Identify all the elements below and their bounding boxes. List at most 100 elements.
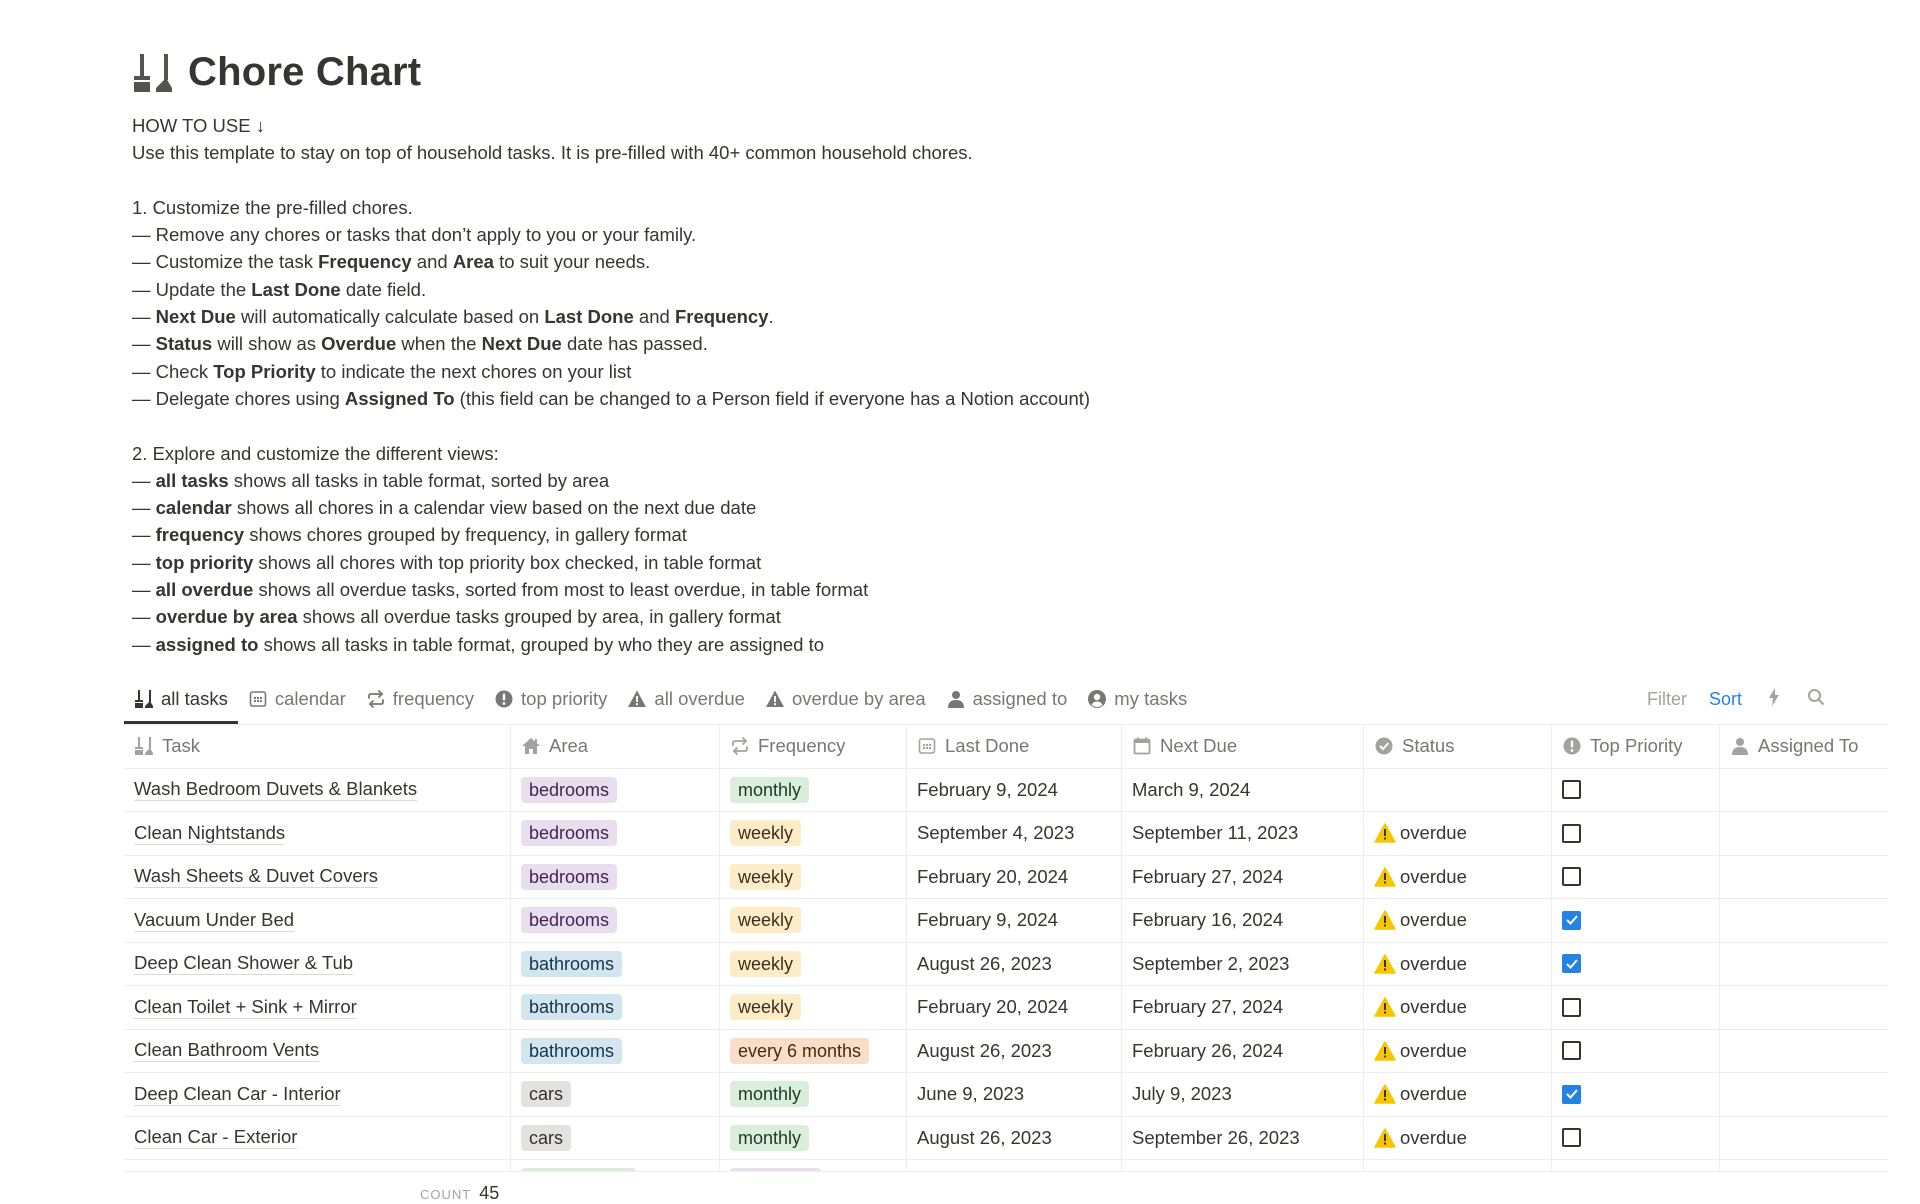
table-row[interactable]: Clean Toilet + Sink + Mirror bathrooms wee… [124,986,1888,1030]
area-cell[interactable]: bedrooms [511,812,720,855]
next-due-cell[interactable]: September 26, 2023 [1122,1116,1364,1159]
column-header-top-priority[interactable]: Top Priority [1552,725,1720,768]
next-due-cell[interactable]: September 2, 2023 [1122,942,1364,985]
top-priority-checkbox[interactable] [1562,1041,1581,1061]
top-priority-checkbox[interactable] [1562,867,1581,887]
next-due-cell[interactable]: September 11, 2023 [1122,812,1364,855]
area-cell[interactable]: bedrooms [511,768,720,811]
tab-top-priority[interactable]: top priority [484,680,617,718]
frequency-cell[interactable]: weekly [720,812,907,855]
table-row[interactable]: Clean Nightstands bedrooms weekly September… [124,812,1888,856]
last-done-cell[interactable]: February 20, 2024 [907,986,1122,1029]
task-cell[interactable]: Deep Clean Shower & Tub [124,942,511,985]
top-priority-checkbox[interactable] [1562,910,1581,930]
area-cell[interactable]: bedrooms [511,899,720,942]
last-done-cell[interactable]: August 26, 2023 [907,942,1122,985]
tab-all-tasks[interactable]: all tasks [124,680,238,724]
tab-overdue-by-area[interactable]: overdue by area [755,680,936,718]
status-cell[interactable]: overdue [1364,1116,1552,1159]
frequency-cell[interactable]: weekly [720,986,907,1029]
tab-assigned-to[interactable]: assigned to [936,680,1078,718]
area-cell[interactable]: bathrooms [511,986,720,1029]
task-cell[interactable]: Clean Windowsills [124,1160,511,1171]
status-cell[interactable]: overdue [1364,855,1552,898]
last-done-cell[interactable]: June 9, 2023 [907,1073,1122,1116]
status-cell[interactable]: overdue [1364,986,1552,1029]
assigned-to-cell[interactable] [1720,899,1888,942]
assigned-to-cell[interactable] [1720,1117,1888,1160]
top-priority-checkbox[interactable] [1562,1128,1581,1148]
tab-my-tasks[interactable]: my tasks [1077,680,1197,718]
column-header-next-due[interactable]: Next Due [1122,725,1364,768]
table-viewport[interactable]: Task Area Frequency Last Done Next Due Status… [124,724,1888,1171]
last-done-cell[interactable]: August 26, 2023 [907,1029,1122,1072]
assigned-to-cell[interactable] [1720,856,1888,899]
next-due-cell[interactable]: February 27, 2024 [1122,986,1364,1029]
next-due-cell[interactable]: February 27, 2024 [1122,855,1364,898]
top-priority-checkbox[interactable] [1562,823,1581,843]
next-due-cell[interactable]: February 16, 2024 [1122,899,1364,942]
filter-button[interactable]: Filter [1647,689,1687,710]
task-cell[interactable]: Clean Nightstands [124,812,511,855]
assigned-to-cell[interactable] [1720,769,1888,812]
top-priority-cell[interactable] [1552,1116,1720,1159]
task-name[interactable]: Clean Car - Exterior [134,1126,298,1150]
task-cell[interactable]: Wash Bedroom Duvets & Blankets [124,768,511,811]
last-done-cell[interactable]: February 9, 2024 [907,899,1122,942]
next-due-cell[interactable]: February 26, 2024 [1122,1029,1364,1072]
top-priority-cell[interactable] [1552,1160,1720,1171]
task-name[interactable]: Clean Bathroom Vents [134,1039,320,1063]
task-name[interactable]: Vacuum Under Bed [134,909,295,932]
tab-calendar[interactable]: calendar [238,680,356,718]
top-priority-cell[interactable] [1552,855,1720,898]
table-row[interactable]: Clean Bathroom Vents bathrooms every 6 mon… [124,1029,1888,1073]
area-cell[interactable]: bedrooms [511,855,720,898]
task-cell[interactable]: Wash Sheets & Duvet Covers [124,855,511,898]
task-name[interactable]: Clean Toilet + Sink + Mirror [134,996,357,1019]
column-header-task[interactable]: Task [124,725,511,768]
area-cell[interactable]: entire house [511,1160,720,1171]
next-due-cell[interactable]: March 9, 2024 [1122,768,1364,811]
task-cell[interactable]: Clean Bathroom Vents [124,1029,511,1072]
last-done-cell[interactable]: September 4, 2023 [907,812,1122,855]
status-cell[interactable]: overdue [1364,1029,1552,1072]
assigned-to-cell[interactable] [1720,943,1888,986]
area-cell[interactable]: bathrooms [511,942,720,985]
table-row[interactable]: Clean Car - Exterior cars monthly August 26… [124,1116,1888,1160]
top-priority-checkbox[interactable] [1562,780,1581,800]
last-done-cell[interactable]: February 9, 2024 [907,768,1122,811]
assigned-to-cell[interactable] [1720,1160,1888,1171]
next-due-cell[interactable]: July 9, 2023 [1122,1073,1364,1116]
column-header-status[interactable]: Status [1364,725,1552,768]
assigned-to-cell[interactable] [1720,812,1888,855]
task-cell[interactable]: Clean Toilet + Sink + Mirror [124,986,511,1029]
area-cell[interactable]: bathrooms [511,1029,720,1072]
tab-frequency[interactable]: frequency [356,680,484,718]
tab-all-overdue[interactable]: all overdue [617,680,755,718]
status-cell[interactable]: overdue [1364,942,1552,985]
frequency-cell[interactable]: weekly [720,855,907,898]
sort-button[interactable]: Sort [1709,689,1742,710]
status-cell[interactable] [1364,768,1552,811]
frequency-cell[interactable]: monthly [720,1073,907,1116]
status-cell[interactable]: overdue [1364,899,1552,942]
lightning-icon[interactable] [1764,687,1784,712]
top-priority-cell[interactable] [1552,942,1720,985]
top-priority-checkbox[interactable] [1562,997,1581,1017]
column-header-assigned-to[interactable]: Assigned To [1720,725,1888,768]
task-name[interactable]: Wash Bedroom Duvets & Blankets [134,778,418,802]
status-cell[interactable]: overdue [1364,812,1552,855]
table-row[interactable]: Vacuum Under Bed bedrooms weekly February 9… [124,899,1888,943]
assigned-to-cell[interactable] [1720,1030,1888,1073]
top-priority-cell[interactable] [1552,812,1720,855]
task-cell[interactable]: Deep Clean Car - Interior [124,1073,511,1116]
task-name[interactable]: Clean Nightstands [134,822,286,845]
next-due-cell[interactable]: October 27, 2023 [1122,1160,1364,1171]
task-name[interactable]: Deep Clean Shower & Tub [134,952,354,976]
task-name[interactable]: Wash Sheets & Duvet Covers [134,865,379,889]
task-cell[interactable]: Vacuum Under Bed [124,899,511,942]
status-cell[interactable]: overdue [1364,1160,1552,1171]
column-header-area[interactable]: Area [511,725,720,768]
table-row[interactable]: Clean Windowsillsentire housebi-weeklyOc… [124,1160,1888,1171]
frequency-cell[interactable]: monthly [720,1116,907,1159]
